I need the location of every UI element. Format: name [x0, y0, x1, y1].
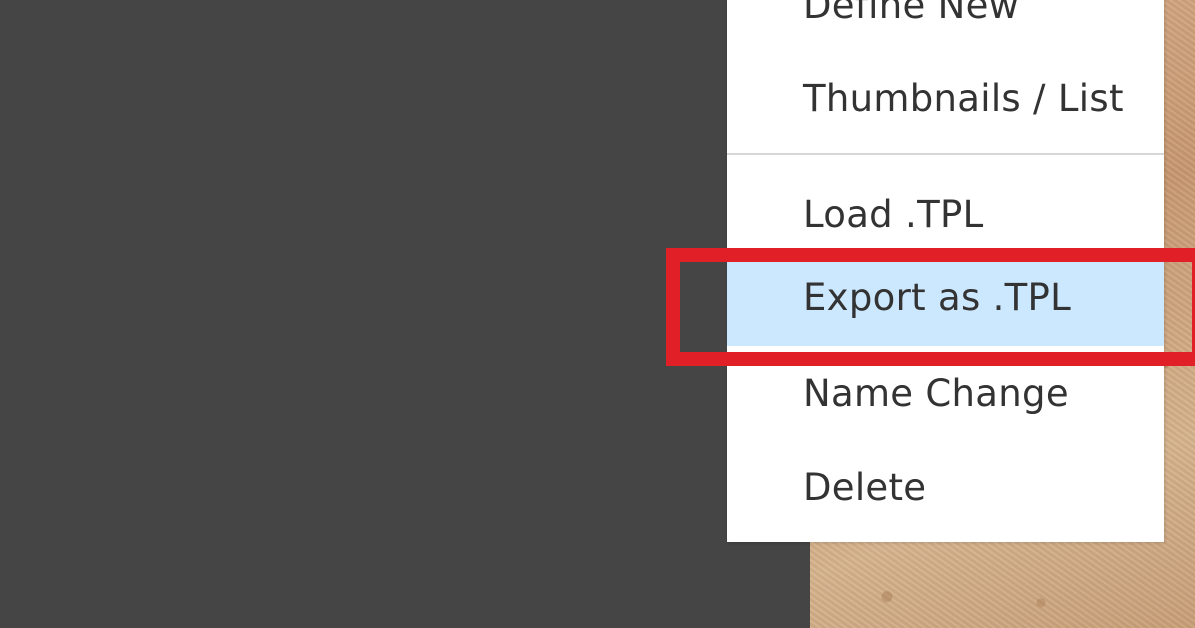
- menu-item-label: Export as .TPL: [803, 276, 1072, 319]
- context-menu: Define New Thumbnails / List Load .TPL E…: [727, 0, 1164, 542]
- menu-item-label: Thumbnails / List: [803, 77, 1124, 120]
- menu-item-thumbnails-list[interactable]: Thumbnails / List: [727, 40, 1164, 153]
- menu-item-label: Define New: [803, 0, 1020, 27]
- menu-item-export-tpl[interactable]: Export as .TPL: [727, 250, 1164, 346]
- menu-item-define-new[interactable]: Define New: [727, 0, 1164, 40]
- dark-workspace-panel: [0, 0, 810, 628]
- menu-item-load-tpl[interactable]: Load .TPL: [727, 155, 1164, 250]
- menu-item-delete[interactable]: Delete: [727, 442, 1164, 542]
- menu-item-label: Delete: [803, 466, 927, 509]
- menu-item-label: Load .TPL: [803, 193, 984, 236]
- menu-item-label: Name Change: [803, 372, 1069, 415]
- menu-item-name-change[interactable]: Name Change: [727, 346, 1164, 442]
